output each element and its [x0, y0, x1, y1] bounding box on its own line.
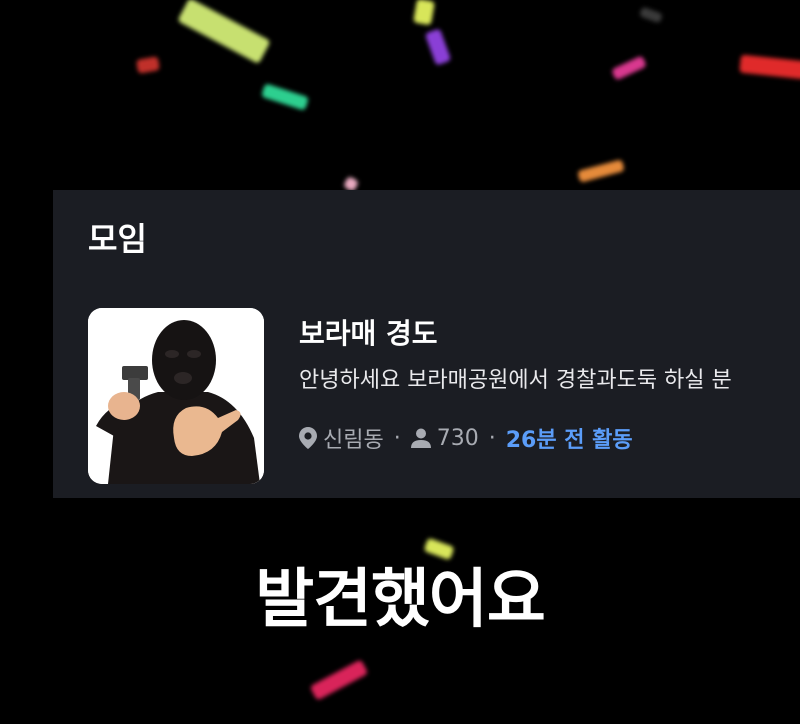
group-section-card: 모임 보라매 경도 안녕하세요 보라매공원에서 경찰과도둑 하실 분 신림동 ·…: [53, 190, 800, 498]
video-caption: 발견했어요: [255, 563, 545, 637]
confetti-piece: [424, 28, 452, 66]
video-frame: 모임 보라매 경도 안녕하세요 보라매공원에서 경찰과도둑 하실 분 신림동 ·…: [0, 0, 800, 724]
meta-separator: ·: [393, 425, 401, 451]
member-count: 730: [436, 425, 479, 451]
confetti-piece: [577, 159, 625, 183]
map-pin-icon: [299, 427, 317, 449]
confetti-piece: [413, 0, 435, 26]
confetti-piece: [309, 659, 369, 701]
person-icon: [410, 428, 431, 448]
group-description: 안녕하세요 보라매공원에서 경찰과도둑 하실 분: [299, 368, 732, 393]
confetti-piece: [177, 0, 271, 65]
confetti-piece: [135, 56, 161, 74]
confetti-piece: [260, 83, 310, 111]
group-location: 신림동: [323, 428, 384, 453]
group-name[interactable]: 보라매 경도: [299, 312, 438, 352]
confetti-piece: [611, 55, 647, 81]
group-thumbnail[interactable]: [88, 308, 264, 484]
confetti-piece: [739, 54, 800, 80]
last-activity: 26분 전 활동: [505, 428, 633, 453]
confetti-piece: [638, 6, 664, 24]
group-meta-row: 신림동 · 730 · 26분 전 활동: [299, 422, 633, 454]
section-title: 모임: [88, 220, 147, 258]
meta-separator: ·: [488, 425, 496, 451]
masked-person-image: [88, 308, 264, 484]
